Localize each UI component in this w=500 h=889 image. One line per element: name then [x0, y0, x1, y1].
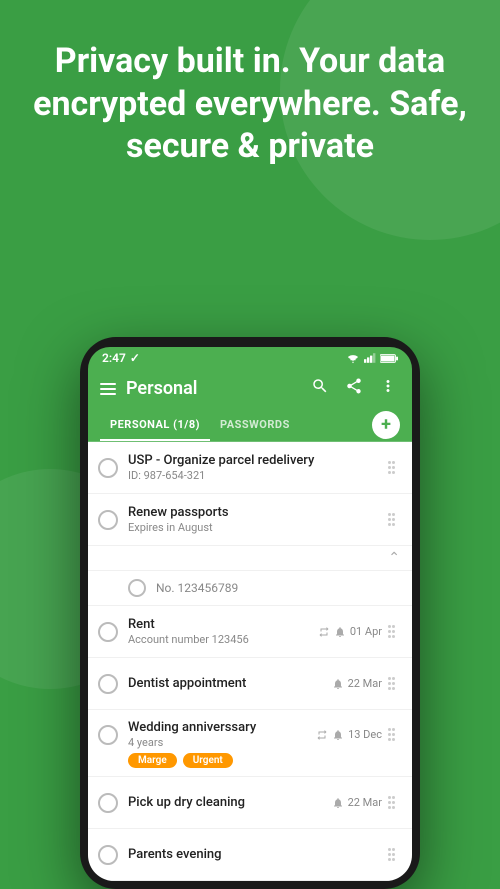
task-checkbox[interactable]	[98, 845, 118, 865]
item-meta: 01 Apr	[318, 625, 382, 638]
due-date: 13 Dec	[348, 728, 382, 741]
drag-handle[interactable]	[388, 848, 402, 861]
bell-icon	[332, 729, 344, 741]
tag-urgent[interactable]: Urgent	[183, 753, 233, 768]
item-meta: 22 Mar	[332, 677, 382, 690]
list-item: Pick up dry cleaning 22 Mar	[88, 777, 412, 829]
list-item: Dentist appointment 22 Mar	[88, 658, 412, 710]
item-meta: 13 Dec	[316, 728, 382, 741]
time-display: 2:47	[102, 351, 126, 365]
share-icon[interactable]	[342, 377, 366, 400]
wifi-icon	[346, 352, 360, 364]
item-title: Rent	[128, 617, 312, 632]
bell-icon	[332, 797, 344, 809]
drag-handle[interactable]	[388, 677, 402, 690]
item-content: Rent Account number 123456	[128, 617, 312, 646]
tags-row: Marge Urgent	[128, 753, 402, 768]
phone-frame: 2:47 ✓	[80, 337, 420, 889]
task-checkbox[interactable]	[98, 458, 118, 478]
item-title: USP - Organize parcel redelivery	[128, 453, 382, 468]
item-content: Renew passports Expires in August	[128, 505, 382, 534]
tabs-bar: PERSONAL (1/8) PASSWORDS +	[88, 408, 412, 442]
task-checkbox[interactable]	[98, 510, 118, 530]
item-content: Dentist appointment	[128, 676, 326, 691]
battery-icon	[380, 353, 398, 364]
tab-passwords[interactable]: PASSWORDS	[210, 408, 300, 441]
app-title: Personal	[126, 378, 298, 399]
signal-icon	[364, 352, 376, 364]
status-icons	[346, 352, 398, 364]
phone-mockup: 2:47 ✓	[80, 337, 420, 889]
task-checkbox[interactable]	[98, 793, 118, 813]
hero-text: Privacy built in. Your data encrypted ev…	[0, 40, 500, 168]
item-subtitle: ID: 987-654-321	[128, 469, 382, 482]
sub-item-text: No. 123456789	[156, 581, 402, 595]
list-item: Parents evening	[88, 829, 412, 881]
item-title: Dentist appointment	[128, 676, 326, 691]
add-tab-button[interactable]: +	[372, 411, 400, 439]
task-checkbox[interactable]	[98, 725, 118, 745]
drag-handle[interactable]	[388, 796, 402, 809]
drag-handle[interactable]	[388, 625, 402, 638]
tab-personal[interactable]: PERSONAL (1/8)	[100, 408, 210, 441]
drag-handle[interactable]	[388, 461, 402, 474]
sub-task-checkbox[interactable]	[128, 579, 146, 597]
item-title: Parents evening	[128, 847, 382, 862]
bell-icon	[334, 626, 346, 638]
item-subtitle: Account number 123456	[128, 633, 312, 646]
item-content: USP - Organize parcel redelivery ID: 987…	[128, 453, 382, 482]
status-time: 2:47 ✓	[102, 351, 140, 365]
task-checkbox[interactable]	[98, 674, 118, 694]
item-meta: 22 Mar	[332, 796, 382, 809]
sub-list-item: No. 123456789	[88, 571, 412, 606]
drag-handle[interactable]	[388, 728, 402, 741]
bell-icon	[332, 678, 344, 690]
expand-row[interactable]: ⌃	[88, 546, 412, 571]
repeat-icon	[316, 729, 328, 741]
search-icon[interactable]	[308, 377, 332, 400]
list-item: USP - Organize parcel redelivery ID: 987…	[88, 442, 412, 494]
menu-icon[interactable]	[100, 383, 116, 395]
item-title: Renew passports	[128, 505, 382, 520]
item-content: Parents evening	[128, 847, 382, 862]
repeat-icon	[318, 626, 330, 638]
due-date: 22 Mar	[348, 796, 382, 809]
item-subtitle: Expires in August	[128, 521, 382, 534]
item-title: Pick up dry cleaning	[128, 795, 326, 810]
status-bar: 2:47 ✓	[88, 347, 412, 369]
drag-handle[interactable]	[388, 513, 402, 526]
app-bar: Personal	[88, 369, 412, 408]
check-icon: ✓	[130, 351, 140, 365]
item-subtitle: 4 years	[128, 736, 310, 749]
item-content: Wedding anniverssary 4 years	[128, 720, 310, 749]
task-list: USP - Organize parcel redelivery ID: 987…	[88, 442, 412, 881]
list-item: Wedding anniverssary 4 years 13 Dec Marg…	[88, 710, 412, 777]
list-item: Rent Account number 123456 01 Apr	[88, 606, 412, 658]
task-checkbox[interactable]	[98, 622, 118, 642]
item-content: Pick up dry cleaning	[128, 795, 326, 810]
chevron-up-icon: ⌃	[388, 550, 400, 566]
due-date: 01 Apr	[350, 625, 382, 638]
tag-marge[interactable]: Marge	[128, 753, 177, 768]
more-icon[interactable]	[376, 377, 400, 400]
list-item: Renew passports Expires in August	[88, 494, 412, 546]
due-date: 22 Mar	[348, 677, 382, 690]
item-title: Wedding anniverssary	[128, 720, 310, 735]
